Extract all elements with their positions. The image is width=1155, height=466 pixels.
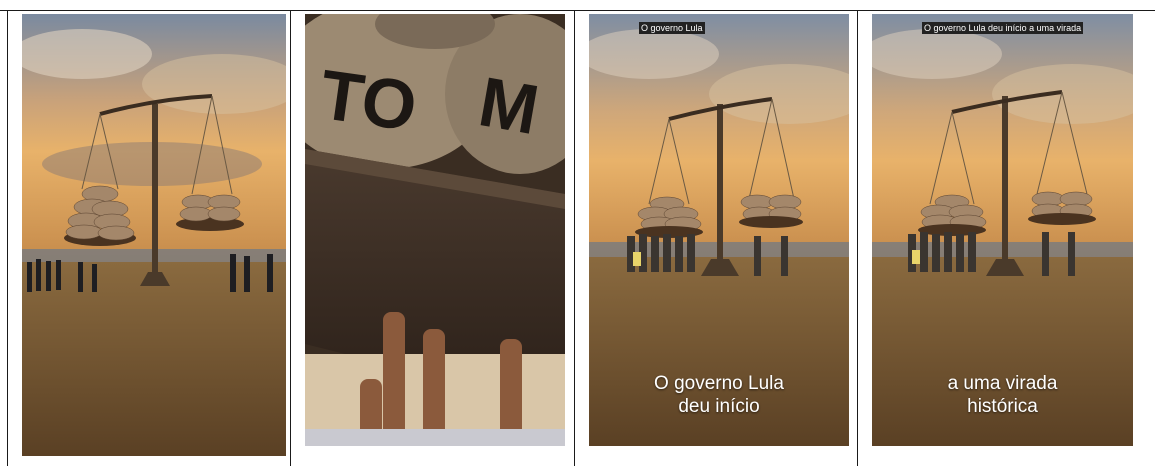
video-caption-line1: a uma virada	[947, 373, 1058, 394]
video-frame-3: O governo Lula O governo Lula deu início	[589, 14, 849, 446]
grid-divider	[7, 10, 8, 466]
sack-text-left: TO	[316, 55, 422, 146]
video-caption-line1: O governo Lula	[654, 373, 784, 394]
grid-divider	[574, 10, 575, 466]
grid-divider	[290, 10, 291, 466]
subtitle-preview-tag: O governo Lula deu início a uma virada	[922, 22, 1084, 34]
video-caption-line2: deu início	[678, 396, 760, 417]
grid-divider	[857, 10, 858, 466]
scale-scene-image	[22, 14, 286, 456]
video-frame-4: O governo Lula deu início a uma virada a…	[872, 14, 1133, 446]
subtitle-preview-tag: O governo Lula	[639, 22, 705, 34]
video-frame-1	[22, 14, 286, 456]
video-frame-2: TO M	[305, 14, 565, 446]
grid-top-border	[0, 10, 1155, 11]
sacks-closeup-image: TO M	[305, 14, 565, 446]
video-caption-line2: histórica	[967, 396, 1038, 417]
